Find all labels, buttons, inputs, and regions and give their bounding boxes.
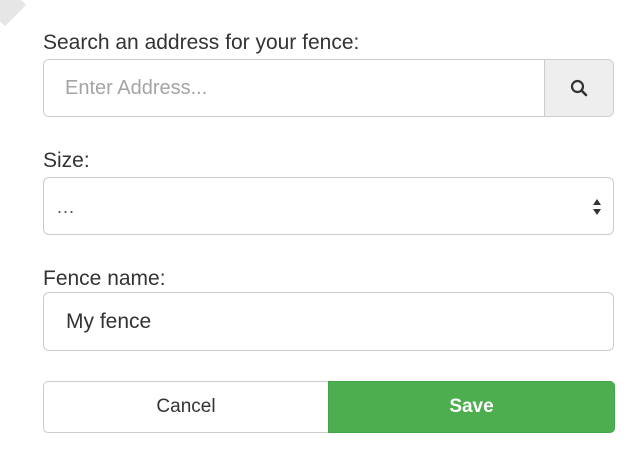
search-icon	[570, 79, 588, 97]
select-arrows-icon	[593, 199, 601, 215]
fence-name-input[interactable]	[43, 292, 614, 351]
address-search-input[interactable]	[44, 60, 544, 116]
corner-decoration	[0, 0, 27, 27]
address-search-group	[43, 59, 614, 117]
fence-name-label: Fence name:	[43, 267, 166, 290]
address-search-button[interactable]	[544, 60, 613, 116]
search-address-label: Search an address for your fence:	[43, 31, 360, 54]
fence-form-panel: Search an address for your fence: Size: …	[0, 0, 642, 453]
save-button[interactable]: Save	[328, 381, 615, 433]
size-select[interactable]: ...	[43, 177, 614, 235]
cancel-button[interactable]: Cancel	[43, 381, 329, 433]
size-select-value: ...	[57, 197, 76, 217]
size-label: Size:	[43, 149, 90, 172]
